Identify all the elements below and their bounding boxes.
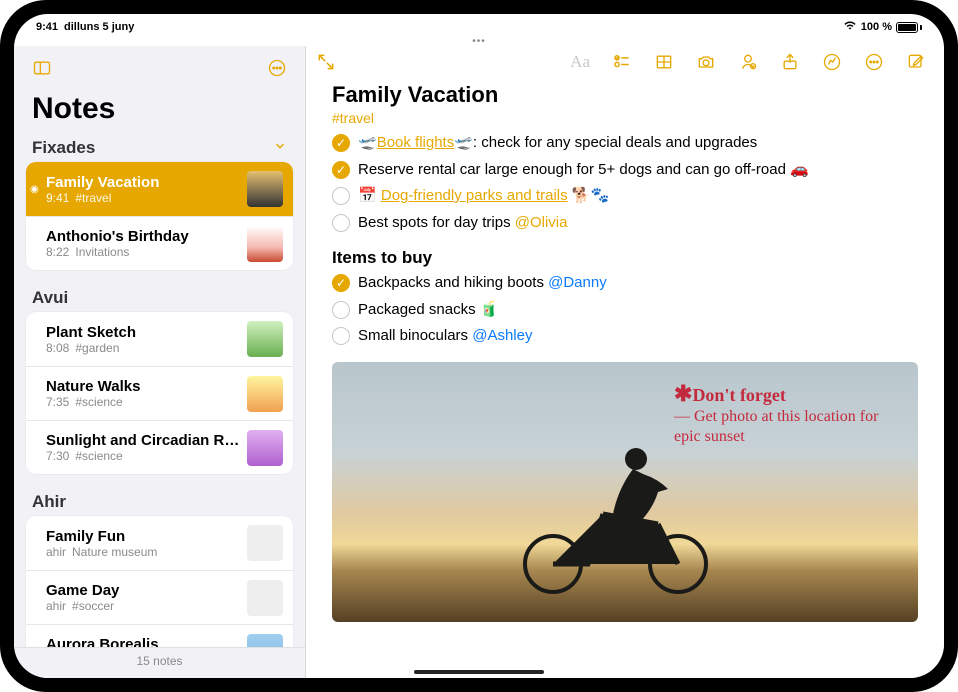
note-thumbnail <box>247 376 283 412</box>
camera-button[interactable] <box>696 52 716 72</box>
note-thumbnail <box>247 171 283 207</box>
note-hashtag[interactable]: #travel <box>332 110 918 126</box>
fullscreen-button[interactable] <box>316 52 336 72</box>
checklist-item[interactable]: Best spots for day trips @Olivia <box>332 212 918 235</box>
battery-icon <box>896 22 922 33</box>
checkbox[interactable] <box>332 327 350 345</box>
sidebar-footer: 15 notes <box>14 647 305 678</box>
note-attachment-image[interactable]: ✱Don't forget — Get photo at this locati… <box>332 362 918 622</box>
checklist-button[interactable] <box>612 52 632 72</box>
cyclist-silhouette <box>508 424 728 594</box>
pin-icon: ◉ <box>30 184 42 195</box>
note-list-item[interactable]: Sunlight and Circadian Rhy…7:30#science <box>26 420 293 474</box>
checklist-item[interactable]: ✓Reserve rental car large enough for 5+ … <box>332 159 918 182</box>
checkbox[interactable] <box>332 301 350 319</box>
note-list-item[interactable]: Game Dayahir#soccer <box>26 570 293 624</box>
checkbox[interactable]: ✓ <box>332 134 350 152</box>
multitask-dots-icon: ••• <box>472 36 486 46</box>
note-list-item[interactable]: Family FunahirNature museum <box>26 516 293 570</box>
mention[interactable]: @Danny <box>548 274 607 291</box>
section-header[interactable]: Avui <box>14 282 305 312</box>
ipad-frame: 9:41 dilluns 5 juny 100 % ••• Notes <box>0 0 958 692</box>
sidebar-more-button[interactable] <box>263 54 291 82</box>
home-indicator[interactable] <box>414 670 544 674</box>
editor-more-button[interactable] <box>864 52 884 72</box>
section-header[interactable]: Ahir <box>14 486 305 516</box>
note-list-item[interactable]: Anthonio's Birthday8:22Invitations <box>26 216 293 270</box>
checklist-item[interactable]: ✓🛫Book flights🛫: check for any special d… <box>332 132 918 155</box>
sidebar-title: Notes <box>14 90 305 132</box>
checkbox[interactable] <box>332 214 350 232</box>
note-editor: Aa Family Vacation #travel ✓🛫Book flight… <box>306 46 944 678</box>
multitask-control[interactable]: ••• <box>14 36 944 46</box>
checklist-item[interactable]: ✓Backpacks and hiking boots @Danny <box>332 272 918 295</box>
checklist-item[interactable]: Packaged snacks 🧃 <box>332 299 918 322</box>
note-thumbnail <box>247 321 283 357</box>
note-link[interactable]: Book flights <box>377 134 455 151</box>
compose-button[interactable] <box>906 52 926 72</box>
checkbox[interactable] <box>332 187 350 205</box>
handwritten-annotation: ✱Don't forget — Get photo at this locati… <box>674 380 894 448</box>
status-time: 9:41 <box>36 21 58 33</box>
format-button[interactable]: Aa <box>570 52 590 72</box>
table-button[interactable] <box>654 52 674 72</box>
note-list-item[interactable]: Aurora BorealisahirCollisions with oxyge… <box>26 624 293 647</box>
note-list-item[interactable]: ◉Family Vacation9:41#travel <box>26 162 293 216</box>
mention[interactable]: @Olivia <box>515 214 568 231</box>
note-thumbnail <box>247 525 283 561</box>
share-button[interactable] <box>780 52 800 72</box>
note-title[interactable]: Family Vacation <box>332 82 918 108</box>
sidebar-toggle-button[interactable] <box>28 54 56 82</box>
chevron-down-icon <box>273 138 287 158</box>
status-date: dilluns 5 juny <box>64 21 134 33</box>
checkbox[interactable]: ✓ <box>332 161 350 179</box>
wifi-icon <box>843 21 857 34</box>
note-thumbnail <box>247 430 283 466</box>
checklist-item[interactable]: 📅 Dog-friendly parks and trails 🐕🐾 <box>332 185 918 208</box>
note-list-item[interactable]: Nature Walks7:35#science <box>26 366 293 420</box>
section-header[interactable]: Fixades <box>14 132 305 162</box>
battery-pct: 100 % <box>861 21 892 33</box>
status-bar: 9:41 dilluns 5 juny 100 % <box>14 14 944 36</box>
note-subheading[interactable]: Items to buy <box>332 248 918 268</box>
screen: 9:41 dilluns 5 juny 100 % ••• Notes <box>14 14 944 678</box>
checkbox[interactable]: ✓ <box>332 274 350 292</box>
note-list-item[interactable]: Plant Sketch8:08#garden <box>26 312 293 366</box>
note-thumbnail <box>247 226 283 262</box>
note-thumbnail <box>247 580 283 616</box>
lock-button[interactable] <box>738 52 758 72</box>
checklist-item[interactable]: Small binoculars @Ashley <box>332 325 918 348</box>
editor-toolbar: Aa <box>306 46 944 78</box>
note-link[interactable]: Dog-friendly parks and trails <box>381 187 568 204</box>
mention[interactable]: @Ashley <box>472 327 532 344</box>
markup-button[interactable] <box>822 52 842 72</box>
notes-sidebar: Notes Fixades◉Family Vacation9:41#travel… <box>14 46 306 678</box>
note-thumbnail <box>247 634 283 648</box>
